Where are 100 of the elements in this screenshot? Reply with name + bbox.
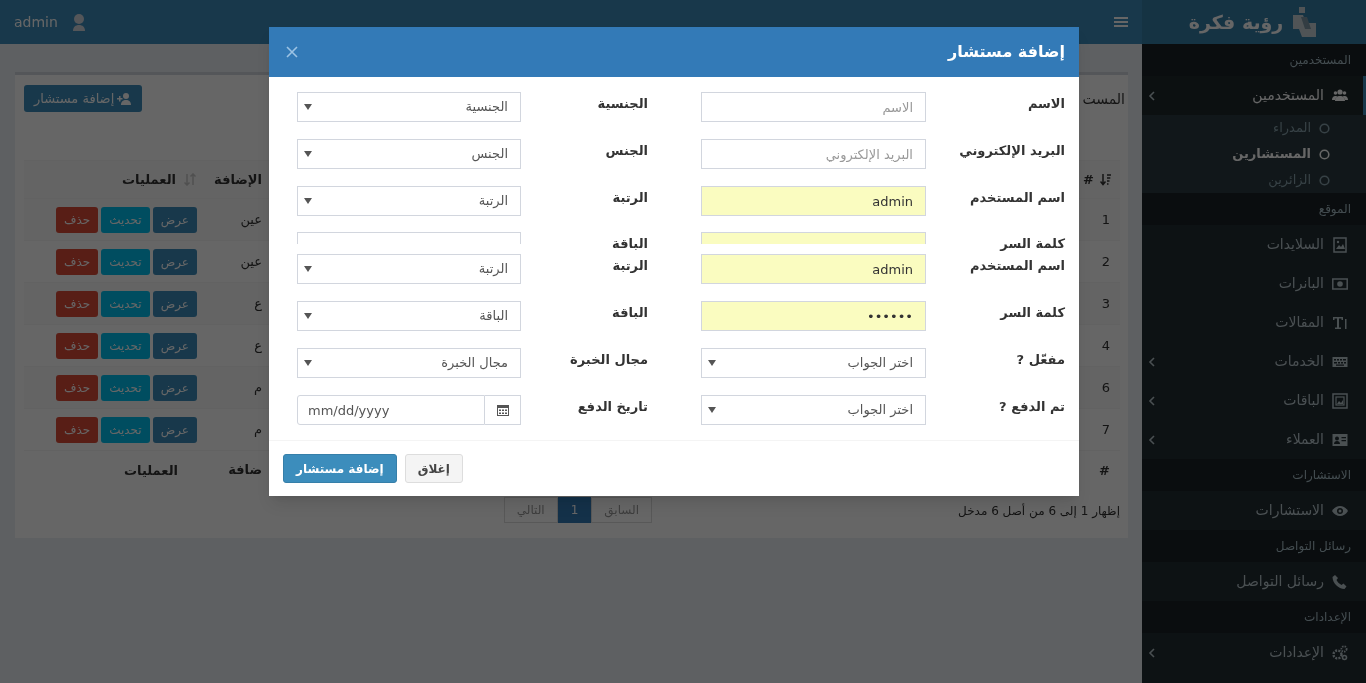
table-cell-text: م bbox=[253, 378, 262, 397]
input-field[interactable] bbox=[701, 232, 926, 244]
circle-icon bbox=[1319, 174, 1330, 186]
calendar-icon bbox=[496, 404, 509, 416]
gallery-icon bbox=[1332, 392, 1348, 409]
select-field[interactable] bbox=[297, 232, 521, 244]
submenu-item[interactable]: المستشارين bbox=[1142, 141, 1366, 167]
field-label: الرتبة bbox=[611, 189, 648, 207]
input-field[interactable]: البريد الإلكتروني bbox=[701, 139, 926, 169]
view-button[interactable]: عرض bbox=[152, 206, 197, 233]
sort-descending-icon bbox=[1100, 173, 1112, 186]
select-field[interactable]: اختر الجواب bbox=[701, 395, 926, 425]
update-button[interactable]: تحديث bbox=[101, 416, 150, 443]
calendar-button[interactable] bbox=[485, 395, 521, 425]
date-field[interactable]: mm/dd/yyyy bbox=[297, 395, 485, 425]
input-field[interactable]: admin bbox=[701, 186, 926, 216]
input-field[interactable]: الاسم bbox=[701, 92, 926, 122]
modal-title: إضافة مستشار bbox=[948, 41, 1065, 63]
column-header: العمليات bbox=[122, 170, 176, 189]
close-modal-button[interactable]: إغلاق bbox=[404, 454, 463, 483]
input-field[interactable]: admin bbox=[701, 254, 926, 284]
table-cell-text: 2 bbox=[1100, 252, 1111, 271]
column-footer: ضافة bbox=[228, 459, 262, 480]
circle-icon bbox=[1319, 148, 1330, 160]
table-cell-text: عين bbox=[240, 252, 262, 272]
section-header: الاستشارات bbox=[1142, 459, 1366, 491]
column-header: # bbox=[1083, 170, 1094, 189]
phone-icon bbox=[1332, 573, 1348, 590]
delete-button[interactable]: حذف bbox=[56, 248, 99, 275]
update-button[interactable]: تحديث bbox=[101, 332, 150, 359]
user-name[interactable]: admin bbox=[14, 11, 58, 33]
field-label: اسم المستخدم bbox=[969, 257, 1065, 276]
field-label: الباقة bbox=[611, 304, 648, 322]
close-icon bbox=[286, 46, 298, 58]
view-button[interactable]: عرض bbox=[152, 332, 197, 359]
close-button[interactable] bbox=[285, 45, 299, 59]
delete-button[interactable]: حذف bbox=[56, 290, 99, 317]
field-label: مجال الخبرة bbox=[569, 351, 648, 369]
field-label: الاسم bbox=[1026, 95, 1065, 113]
select-field[interactable]: الباقة bbox=[297, 301, 521, 331]
field-label: اسم المستخدم bbox=[969, 189, 1065, 208]
update-button[interactable]: تحديث bbox=[101, 290, 150, 317]
table-cell-text: 4 bbox=[1100, 336, 1111, 355]
delete-button[interactable]: حذف bbox=[56, 206, 99, 233]
submit-button[interactable]: إضافة مستشار bbox=[283, 454, 397, 483]
user-plus-icon bbox=[116, 91, 133, 106]
section-header: الإعدادات bbox=[1142, 601, 1366, 633]
pagination-button[interactable]: 1 bbox=[557, 497, 592, 523]
column-footer: العمليات bbox=[124, 462, 178, 478]
delete-button[interactable]: حذف bbox=[56, 416, 99, 443]
select-field[interactable]: مجال الخبرة bbox=[297, 348, 521, 378]
table-cell-text: عين bbox=[240, 210, 262, 230]
table-cell-text: 1 bbox=[1100, 210, 1111, 229]
view-button[interactable]: عرض bbox=[152, 416, 197, 443]
select-field[interactable]: الجنس bbox=[297, 139, 521, 169]
select-field[interactable]: الرتبة bbox=[297, 186, 521, 216]
caret-icon bbox=[304, 313, 312, 319]
column-header: الإضافة bbox=[214, 170, 262, 189]
gears-icon bbox=[1332, 644, 1348, 661]
view-button[interactable]: عرض bbox=[152, 248, 197, 275]
select-field[interactable]: الجنسية bbox=[297, 92, 521, 122]
logo-text: رؤية فكرة bbox=[1188, 9, 1284, 36]
table-cell-text: م bbox=[253, 420, 262, 439]
section-header: الموقع bbox=[1142, 193, 1366, 225]
update-button[interactable]: تحديث bbox=[101, 248, 150, 275]
table-info-text: إظهار 1 إلى 6 من أصل 6 مدخل bbox=[958, 504, 1120, 518]
page-title: المست bbox=[1082, 90, 1125, 109]
menu-icon bbox=[1114, 16, 1128, 28]
image-icon bbox=[1332, 236, 1348, 253]
field-label: كلمة السر bbox=[998, 235, 1065, 253]
table-cell-text: 6 bbox=[1100, 378, 1111, 397]
users-icon bbox=[1332, 87, 1348, 104]
caret-icon bbox=[304, 266, 312, 272]
select-field[interactable]: اختر الجواب bbox=[701, 348, 926, 378]
section-header: المستخدمين bbox=[1142, 44, 1366, 76]
delete-button[interactable]: حذف bbox=[56, 374, 99, 401]
view-button[interactable]: عرض bbox=[152, 290, 197, 317]
user-icon bbox=[71, 13, 86, 31]
update-button[interactable]: تحديث bbox=[101, 374, 150, 401]
password-field[interactable]: •••••• bbox=[701, 301, 926, 331]
text-icon bbox=[1332, 314, 1348, 331]
add-consultant-button[interactable]: إضافة مستشار bbox=[24, 85, 143, 112]
delete-button[interactable]: حذف bbox=[56, 332, 99, 359]
section-header: رسائل التواصل bbox=[1142, 530, 1366, 562]
banknote-icon bbox=[1332, 275, 1348, 292]
view-button[interactable]: عرض bbox=[152, 374, 197, 401]
table-cell-text: 3 bbox=[1100, 294, 1111, 313]
caret-icon bbox=[304, 151, 312, 157]
field-label: الجنسية bbox=[596, 95, 648, 113]
column-footer: # bbox=[1099, 462, 1110, 478]
field-label: مفعّل ? bbox=[1015, 351, 1065, 369]
field-label: تم الدفع ? bbox=[998, 398, 1065, 416]
table-cell-text: ع bbox=[254, 336, 262, 355]
field-label: الرتبة bbox=[611, 257, 648, 275]
field-label: الجنس bbox=[604, 142, 648, 160]
field-label: البريد الإلكتروني bbox=[958, 142, 1065, 160]
field-label: كلمة السر bbox=[998, 304, 1065, 322]
table-cell-text: 7 bbox=[1100, 420, 1111, 439]
update-button[interactable]: تحديث bbox=[101, 206, 150, 233]
select-field[interactable]: الرتبة bbox=[297, 254, 521, 284]
